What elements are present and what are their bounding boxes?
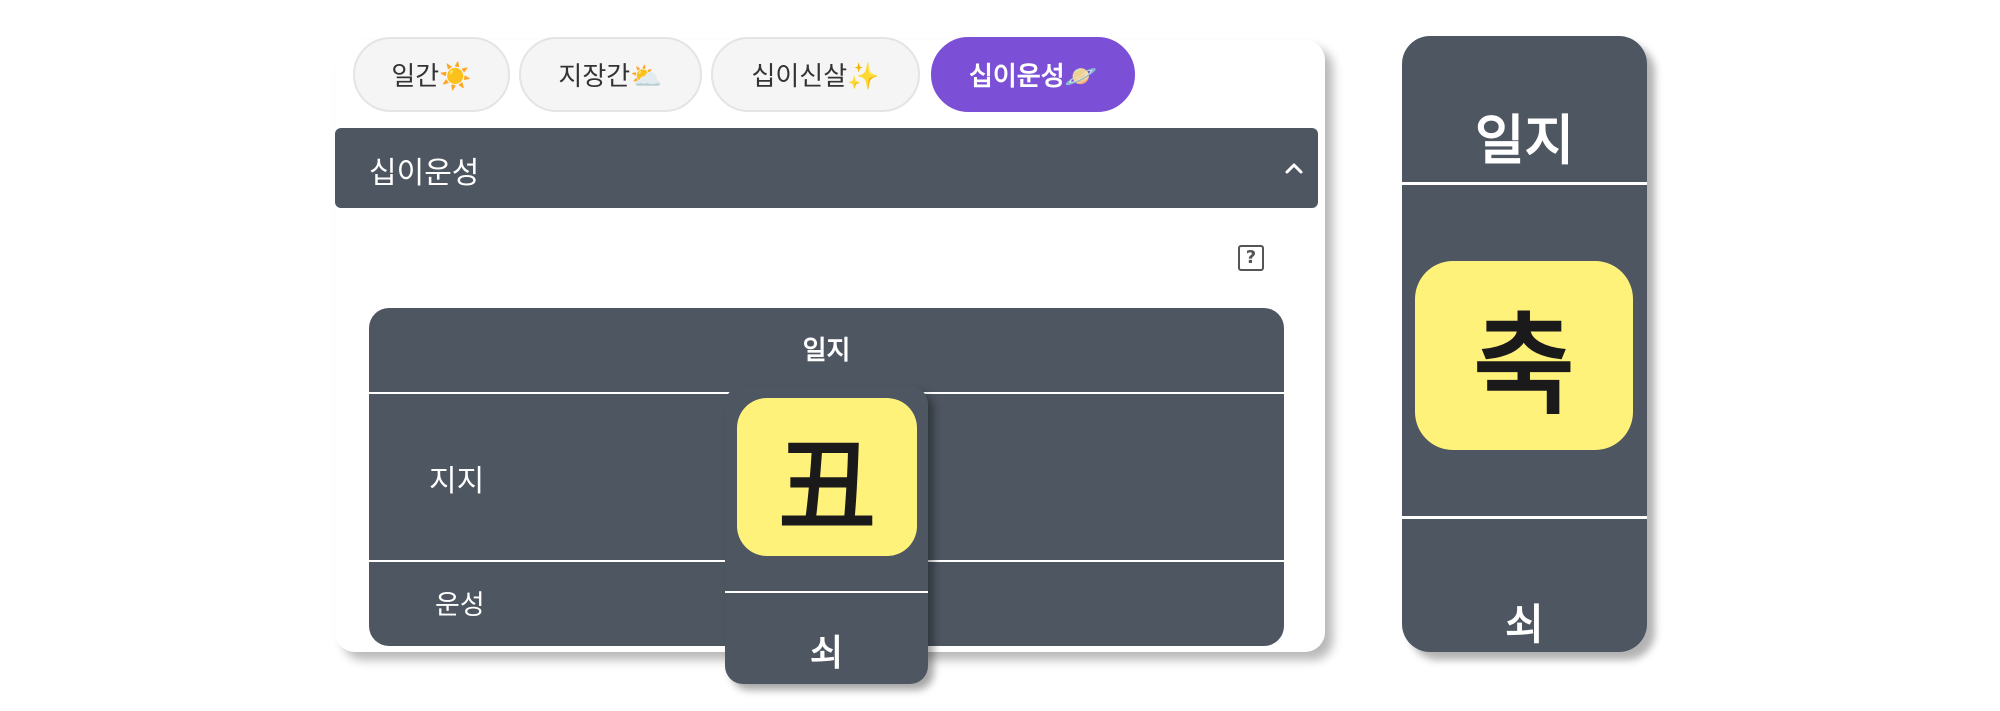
accordion-header[interactable]: 십이운성 bbox=[335, 128, 1318, 208]
table-header: 일지 bbox=[802, 336, 851, 366]
side-card-divider bbox=[1402, 516, 1647, 519]
tab-label: 지장간⛅ bbox=[558, 62, 663, 92]
ganji-cell: 丑 bbox=[737, 398, 917, 556]
side-card-header: 일지 bbox=[1474, 109, 1575, 172]
help-icon[interactable]: ? bbox=[1238, 245, 1264, 271]
side-card-divider bbox=[1402, 182, 1647, 185]
unseong-value: 쇠 bbox=[809, 633, 844, 674]
tab-label: 일간☀️ bbox=[391, 62, 472, 92]
tab-sibiunseong[interactable]: 십이운성🪐 bbox=[931, 37, 1135, 112]
tab-sibisinsal[interactable]: 십이신살✨ bbox=[711, 37, 920, 112]
popout-divider bbox=[725, 591, 928, 593]
selected-cell-popout[interactable]: 丑 쇠 bbox=[725, 386, 928, 684]
side-card-ganji-cell: 축 bbox=[1415, 261, 1633, 450]
side-card-unseong-value: 쇠 bbox=[1505, 600, 1544, 649]
chevron-up-icon bbox=[1285, 163, 1303, 174]
accordion-title: 십이운성 bbox=[369, 156, 480, 191]
help-icon-glyph: ? bbox=[1245, 247, 1257, 268]
tab-label: 십이신살✨ bbox=[751, 62, 880, 92]
row-label-jiji: 지지 bbox=[429, 464, 485, 499]
side-detail-card: 일지 축 쇠 bbox=[1402, 36, 1647, 652]
row-label-unseong: 운성 bbox=[435, 590, 485, 621]
tab-jijanggan[interactable]: 지장간⛅ bbox=[519, 37, 702, 112]
tab-label: 십이운성🪐 bbox=[968, 62, 1098, 92]
tab-ilgan[interactable]: 일간☀️ bbox=[353, 37, 510, 112]
